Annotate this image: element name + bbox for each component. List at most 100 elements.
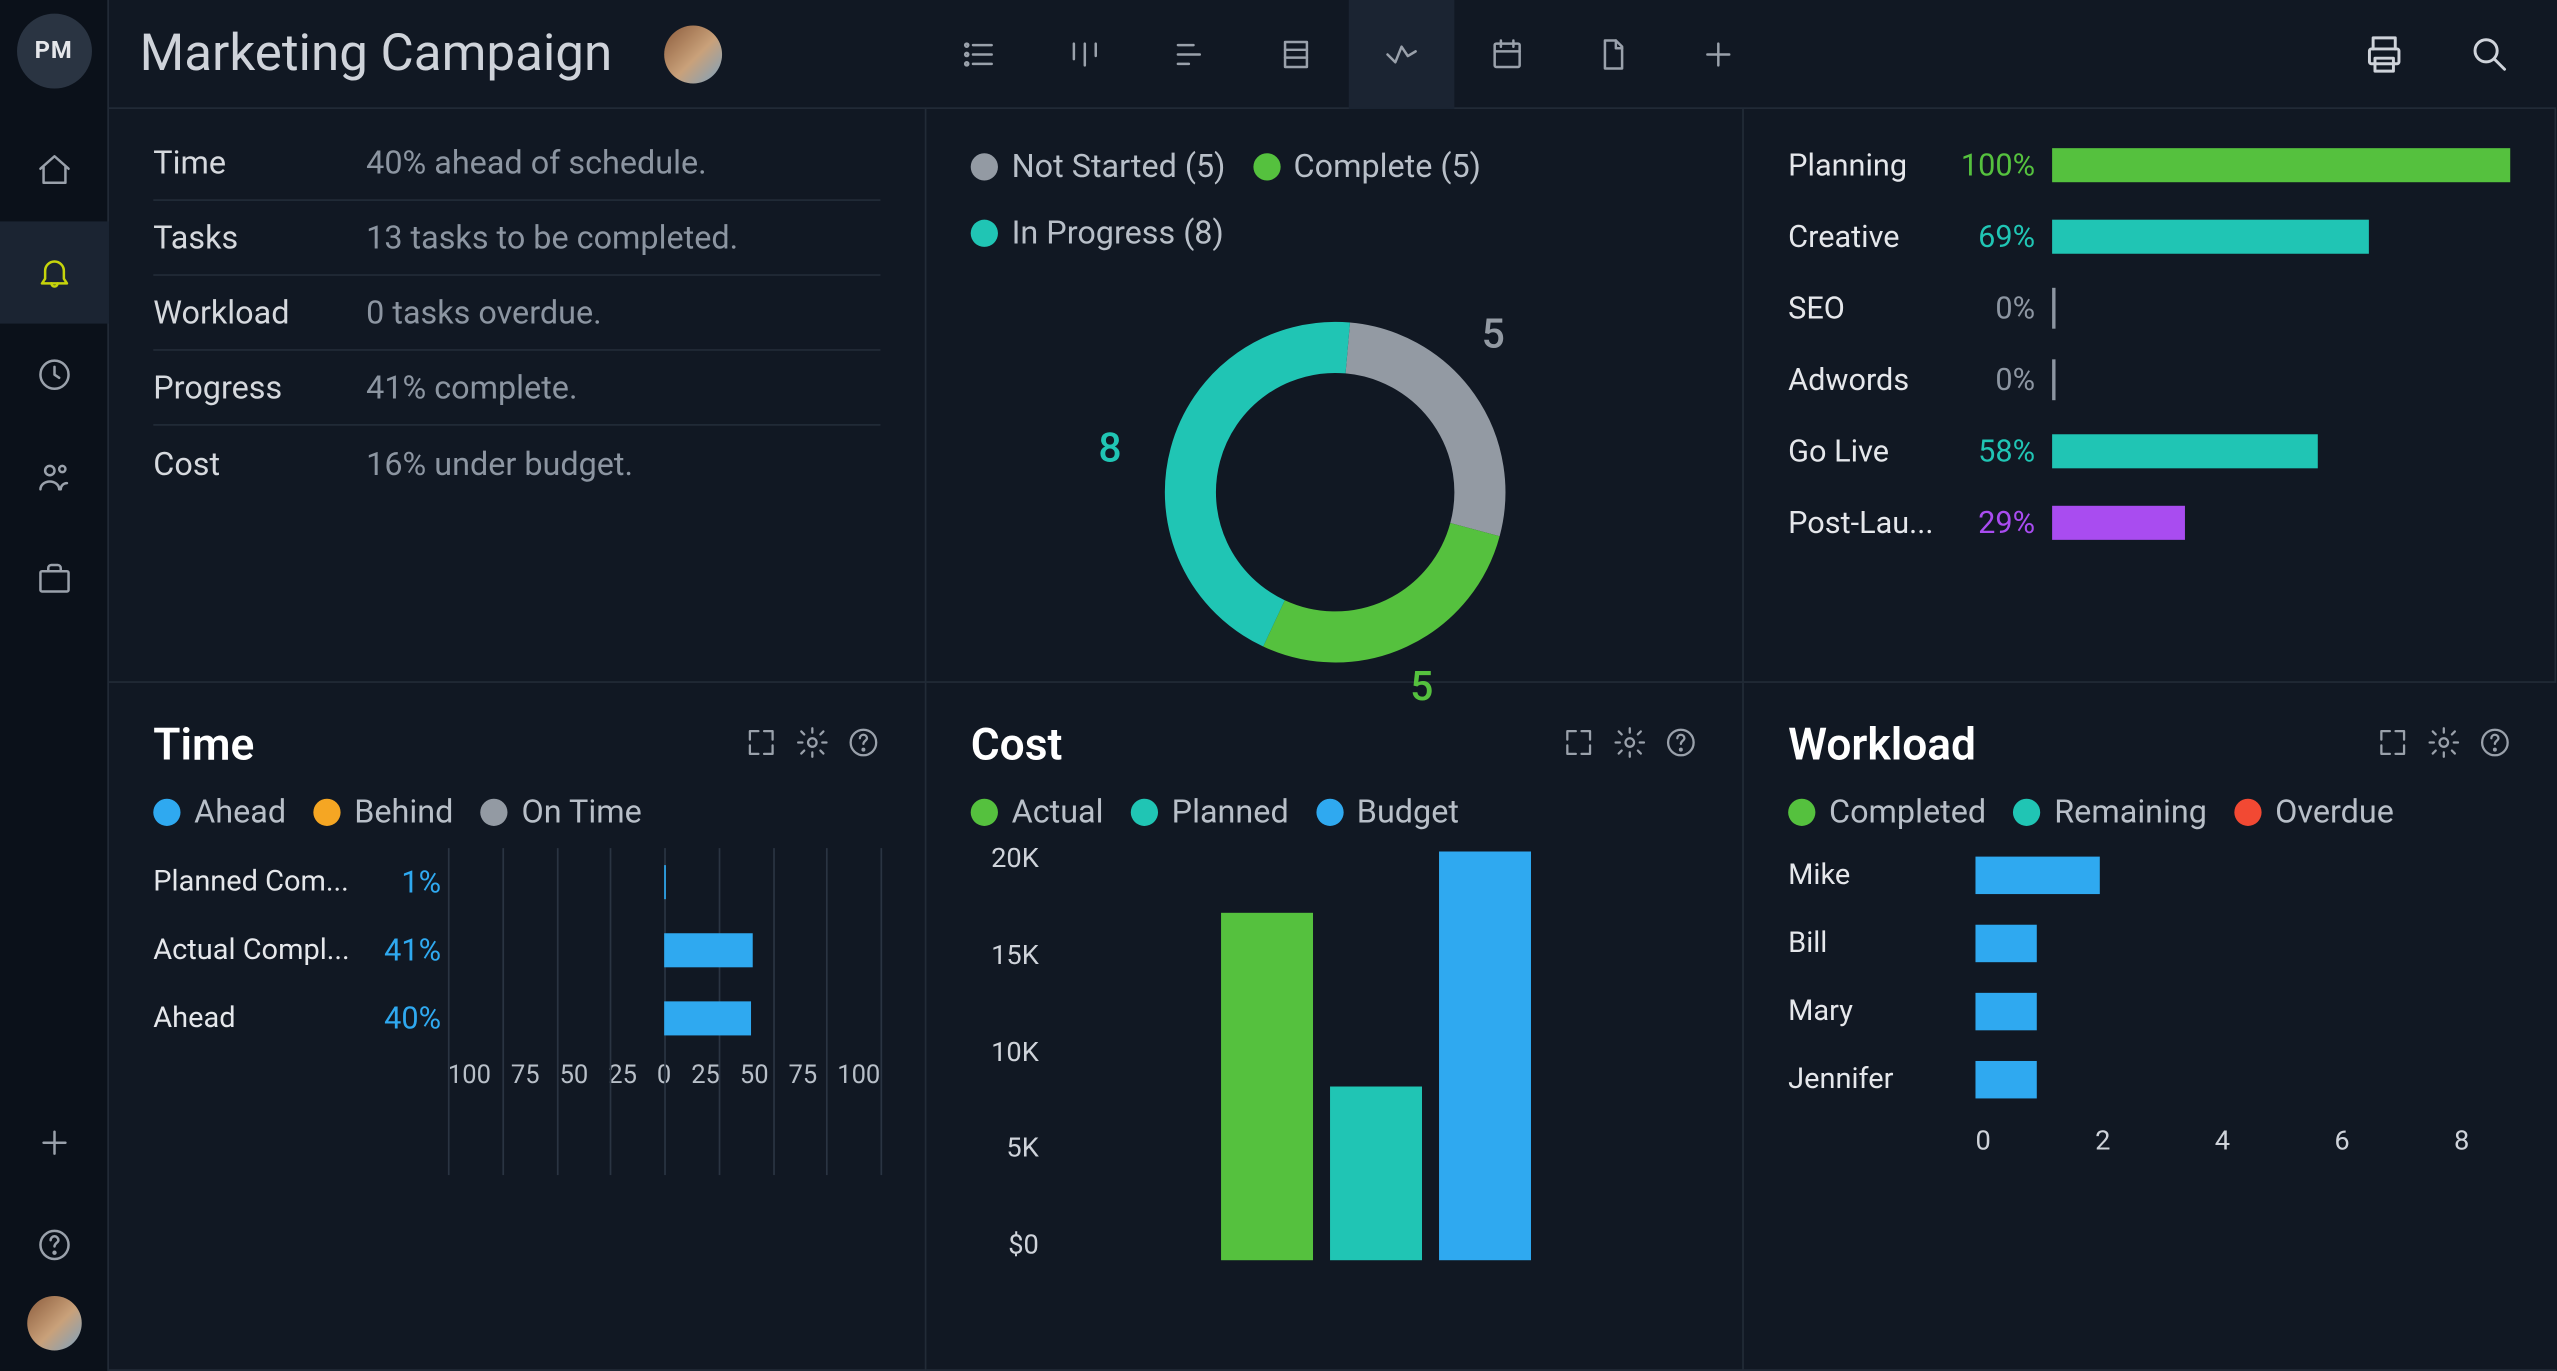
project-owner-avatar[interactable]: [663, 25, 721, 83]
cost-widget-title: Cost: [971, 720, 1063, 771]
progress-bar-track: [2052, 148, 2510, 182]
progress-phase-name: Go Live: [1788, 433, 1941, 469]
summary-value: 41% complete.: [366, 368, 577, 407]
nav-help[interactable]: [0, 1194, 108, 1296]
progress-percent: 0%: [1958, 290, 2035, 326]
legend-label: Budget: [1357, 792, 1459, 831]
time-widget-title: Time: [153, 720, 254, 771]
donut-value-label: 8: [1098, 424, 1121, 472]
gear-icon[interactable]: [1613, 720, 1647, 771]
nav-home[interactable]: [0, 119, 108, 221]
legend-item[interactable]: Remaining: [2013, 792, 2207, 831]
time-bar: [664, 933, 753, 967]
progress-bar-track: [2052, 506, 2510, 540]
view-board[interactable]: [1031, 0, 1137, 108]
progress-percent: 58%: [1958, 433, 2035, 469]
axis-tick: 2: [2095, 1124, 2110, 1156]
nav-add[interactable]: [0, 1092, 108, 1194]
view-calendar[interactable]: [1454, 0, 1560, 108]
view-gantt[interactable]: [1137, 0, 1243, 108]
view-files[interactable]: [1559, 0, 1665, 108]
user-avatar[interactable]: [26, 1296, 80, 1350]
legend-item[interactable]: Overdue: [2234, 792, 2394, 831]
legend-color-dot: [481, 798, 508, 825]
summary-row: Tasks 13 tasks to be completed.: [153, 201, 880, 276]
legend-item[interactable]: Budget: [1316, 792, 1459, 831]
summary-label: Time: [153, 143, 366, 182]
progress-bar-track: [2052, 291, 2510, 325]
search-button[interactable]: [2454, 18, 2526, 90]
gear-icon[interactable]: [2427, 720, 2461, 771]
summary-value: 40% ahead of schedule.: [366, 143, 707, 182]
time-bar-track: [448, 865, 881, 899]
summary-row: Workload 0 tasks overdue.: [153, 276, 880, 351]
view-add[interactable]: [1665, 0, 1771, 108]
view-sheet[interactable]: [1242, 0, 1348, 108]
print-button[interactable]: [2348, 18, 2420, 90]
expand-icon[interactable]: [2376, 720, 2410, 771]
summary-row: Progress 41% complete.: [153, 351, 880, 426]
workload-user: Jennifer: [1788, 1063, 1975, 1097]
summary-label: Progress: [153, 368, 366, 407]
legend-color-dot: [971, 152, 998, 179]
legend-label: Overdue: [2275, 792, 2394, 831]
nav-notifications[interactable]: [0, 221, 108, 323]
legend-item[interactable]: Not Started (5): [971, 146, 1226, 185]
legend-item[interactable]: Completed: [1788, 792, 1986, 831]
legend-color-dot: [313, 798, 340, 825]
time-bar: [664, 1001, 751, 1035]
progress-phase-name: Planning: [1788, 147, 1941, 183]
legend-item[interactable]: On Time: [481, 792, 642, 831]
legend-label: Complete (5): [1294, 146, 1481, 185]
legend-color-dot: [1131, 798, 1158, 825]
workload-row: Mary: [1788, 978, 2512, 1046]
help-icon[interactable]: [846, 720, 880, 771]
progress-row: Go Live 58%: [1788, 416, 2510, 488]
workload-bar: [1975, 993, 2037, 1030]
legend-label: In Progress (8): [1012, 213, 1224, 252]
gear-icon[interactable]: [795, 720, 829, 771]
help-icon[interactable]: [2478, 720, 2512, 771]
legend-item[interactable]: Behind: [313, 792, 453, 831]
time-row-label: Ahead: [153, 1001, 364, 1035]
axis-tick: 4: [2215, 1124, 2230, 1156]
progress-bar-track: [2052, 363, 2510, 397]
expand-icon[interactable]: [744, 720, 778, 771]
workload-widget-title: Workload: [1788, 720, 1976, 771]
nav-team[interactable]: [0, 426, 108, 528]
time-row-label: Actual Compl...: [153, 933, 364, 967]
progress-percent: 69%: [1958, 219, 2035, 255]
progress-bar: [2052, 506, 2185, 540]
cost-bar: [1439, 852, 1531, 1261]
nav-recent[interactable]: [0, 324, 108, 426]
time-row-percent: 41%: [364, 932, 441, 968]
legend-item[interactable]: Ahead: [153, 792, 286, 831]
legend-item[interactable]: Planned: [1131, 792, 1289, 831]
nav-portfolio[interactable]: [0, 528, 108, 630]
progress-panel: Planning 100% Creative 69% SEO 0% Adword…: [1744, 109, 2556, 683]
legend-label: Remaining: [2054, 792, 2207, 831]
help-icon[interactable]: [1664, 720, 1698, 771]
legend-color-dot: [971, 219, 998, 246]
cost-bar: [1221, 913, 1313, 1260]
workload-user: Mike: [1788, 858, 1975, 892]
axis-tick: 15K: [991, 938, 1039, 970]
progress-phase-name: SEO: [1788, 290, 1941, 326]
legend-item[interactable]: Actual: [971, 792, 1104, 831]
legend-color-dot: [1316, 798, 1343, 825]
expand-icon[interactable]: [1562, 720, 1596, 771]
legend-item[interactable]: In Progress (8): [971, 213, 1224, 252]
time-row-percent: 40%: [364, 1001, 441, 1037]
app-logo[interactable]: PM: [16, 14, 91, 89]
progress-row: Creative 69%: [1788, 201, 2510, 273]
progress-phase-name: Adwords: [1788, 362, 1941, 398]
progress-bar: [2052, 148, 2510, 182]
legend-item[interactable]: Complete (5): [1253, 146, 1481, 185]
view-dashboard[interactable]: [1348, 0, 1454, 108]
view-list[interactable]: [926, 0, 1032, 108]
progress-phase-name: Creative: [1788, 219, 1941, 255]
axis-tick: 20K: [991, 841, 1039, 873]
axis-tick: 10K: [991, 1035, 1039, 1067]
summary-panel: Time 40% ahead of schedule. Tasks 13 tas…: [109, 109, 926, 683]
progress-row: SEO 0%: [1788, 272, 2510, 344]
